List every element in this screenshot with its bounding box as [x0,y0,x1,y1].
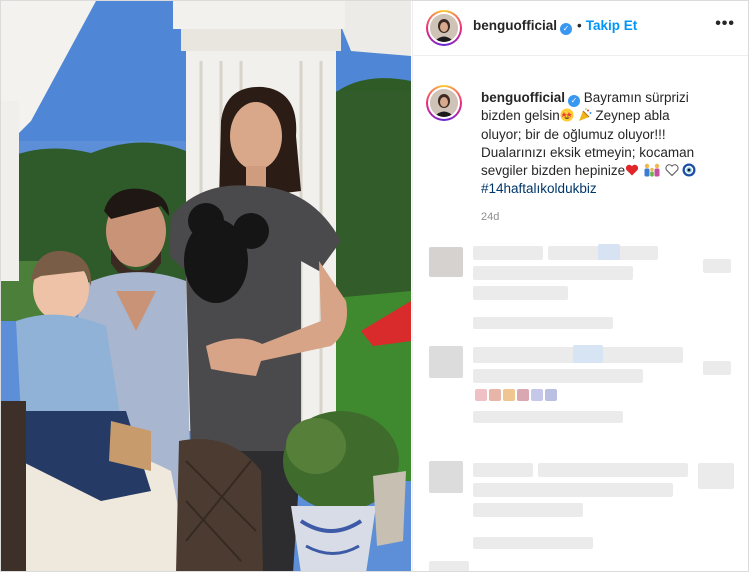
username-link[interactable]: benguofficial [473,18,557,33]
caption-line-5: sevgiler bizden hepinize [481,163,626,179]
comment-blur [473,286,568,300]
comment-blur [703,259,731,273]
post-header: benguofficial ✓ • Takip Et ••• [413,1,748,56]
avatar[interactable] [426,10,462,46]
comment-blur [489,389,501,401]
comment-blur [598,244,620,260]
profile-picture [430,14,458,42]
comment-blur [473,483,673,497]
comment-blur [473,503,583,517]
caption-avatar[interactable] [426,85,462,121]
caption-line-2a: bizden gelsin [481,108,560,124]
comment-blur [473,317,613,329]
star-struck-emoji-icon [560,108,574,122]
party-popper-icon [578,108,592,122]
red-heart-icon [626,164,639,176]
caption-text: benguofficial ✓ Bayramın sürprizi bizden … [481,89,731,199]
comment-avatar [429,461,463,493]
nazar-amulet-icon [682,163,696,177]
comment-avatar [429,346,463,378]
post-photo[interactable] [1,1,411,571]
comment-blur [573,345,603,363]
post-image [1,1,411,571]
family-icon [644,163,660,177]
separator-dot: • [577,18,582,33]
caption-line-2b: Zeynep abla [595,108,670,124]
caption-line-4: Dualarınızı eksik etmeyin; kocaman [481,144,695,160]
instagram-post: benguofficial ✓ • Takip Et ••• benguofficia… [0,0,749,572]
verified-icon: ✓ [568,95,580,107]
follow-button[interactable]: Takip Et [586,18,638,33]
verified-icon: ✓ [560,23,572,35]
comment-blur [473,246,543,260]
comment-blur [429,561,469,571]
comment-blur [473,463,533,477]
caption-line-1: Bayramın sürprizi [583,90,689,105]
caption-username[interactable]: benguofficial [481,90,565,105]
timestamp[interactable]: 24d [481,211,499,223]
comment-blur [475,389,487,401]
comment-blur [473,369,643,383]
comment-blur [503,389,515,401]
profile-picture [430,89,458,117]
white-heart-icon [665,164,679,177]
comment-blur [473,411,623,423]
comment-avatar [429,247,463,277]
comment-blur [473,537,593,549]
more-options-icon[interactable]: ••• [715,15,735,33]
comment-blur [531,389,543,401]
comment-blur [545,389,557,401]
post-sidebar: benguofficial ✓ • Takip Et ••• benguofficia… [412,1,748,571]
comment-blur [538,463,688,477]
caption-line-3: oluyor; bir de oğlumuz oluyor!!! [481,126,666,142]
hashtag-link[interactable]: #14haftalıkoldukbiz [481,181,597,196]
comment-blur [703,361,731,375]
comment-blur [517,389,529,401]
comment-blur [473,266,633,280]
comment-blur [698,463,734,489]
